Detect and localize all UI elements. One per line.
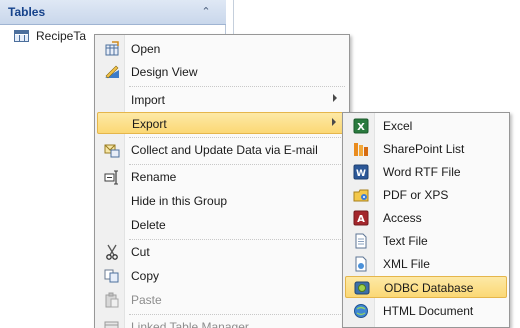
submenu-arrow-icon bbox=[333, 94, 337, 102]
menu-item-delete[interactable]: Delete bbox=[97, 214, 347, 236]
rename-icon bbox=[104, 170, 118, 185]
export-label-pdf-xps: PDF or XPS bbox=[383, 188, 449, 202]
menu-item-paste[interactable]: Paste bbox=[97, 289, 347, 311]
menu-label-open: Open bbox=[131, 42, 161, 56]
word-icon: W bbox=[353, 164, 369, 180]
nav-pane-title: Tables bbox=[8, 5, 46, 19]
menu-separator bbox=[129, 314, 345, 315]
menu-item-export[interactable]: Export bbox=[97, 112, 347, 134]
xml-file-icon bbox=[355, 256, 367, 272]
open-table-icon bbox=[105, 41, 119, 56]
nav-pane-header[interactable]: Tables ⌃ bbox=[0, 0, 226, 25]
collect-data-icon bbox=[104, 144, 120, 158]
svg-text:X: X bbox=[357, 122, 365, 133]
menu-separator bbox=[129, 164, 345, 165]
menu-separator bbox=[129, 86, 345, 87]
export-label-xml-file: XML File bbox=[383, 257, 430, 271]
menu-label-copy: Copy bbox=[131, 269, 160, 283]
context-menu: Open Design View Import Export Collect a… bbox=[94, 34, 350, 328]
export-label-html-document: HTML Document bbox=[383, 304, 474, 318]
export-label-excel: Excel bbox=[383, 119, 413, 133]
copy-icon bbox=[104, 269, 119, 283]
menu-item-collect-data[interactable]: Collect and Update Data via E-mail bbox=[97, 139, 347, 161]
svg-text:A: A bbox=[357, 214, 365, 225]
menu-item-linked-table-manager[interactable]: Linked Table Manager bbox=[97, 316, 347, 328]
collapse-chevron-icon[interactable]: ⌃ bbox=[197, 4, 215, 20]
html-document-icon bbox=[354, 304, 368, 318]
menu-label-design-view: Design View bbox=[131, 65, 198, 79]
export-label-text-file: Text File bbox=[383, 234, 428, 248]
menu-separator bbox=[129, 137, 345, 138]
export-item-pdf-xps[interactable]: PDF or XPS bbox=[345, 184, 507, 206]
menu-label-hide-in-group: Hide in this Group bbox=[131, 194, 228, 208]
menu-item-open[interactable]: Open bbox=[97, 38, 347, 60]
text-file-icon bbox=[355, 233, 367, 249]
menu-label-linked-table-manager: Linked Table Manager bbox=[131, 320, 249, 328]
export-item-access[interactable]: A Access bbox=[345, 207, 507, 229]
export-submenu: X Excel SharePoint List W Word RTF File … bbox=[342, 112, 510, 328]
export-item-xml-file[interactable]: XML File bbox=[345, 253, 507, 275]
submenu-arrow-icon bbox=[332, 118, 336, 126]
menu-item-cut[interactable]: Cut bbox=[97, 241, 347, 263]
export-item-sharepoint[interactable]: SharePoint List bbox=[345, 138, 507, 160]
excel-icon: X bbox=[353, 118, 369, 134]
menu-item-hide-in-group[interactable]: Hide in this Group bbox=[97, 190, 347, 212]
export-label-odbc-database: ODBC Database bbox=[384, 281, 474, 295]
linked-table-icon bbox=[104, 321, 119, 328]
export-item-excel[interactable]: X Excel bbox=[345, 115, 507, 137]
pdf-xps-icon bbox=[353, 189, 369, 202]
menu-label-delete: Delete bbox=[131, 218, 166, 232]
sharepoint-icon bbox=[354, 143, 368, 156]
export-item-text-file[interactable]: Text File bbox=[345, 230, 507, 252]
menu-label-paste: Paste bbox=[131, 293, 162, 307]
menu-label-cut: Cut bbox=[131, 245, 150, 259]
odbc-database-icon bbox=[354, 281, 370, 295]
menu-label-import: Import bbox=[131, 93, 166, 107]
menu-separator bbox=[129, 239, 345, 240]
menu-label-collect-data: Collect and Update Data via E-mail bbox=[131, 143, 318, 157]
menu-item-copy[interactable]: Copy bbox=[97, 265, 347, 287]
table-icon bbox=[14, 30, 29, 42]
paste-icon bbox=[105, 292, 119, 308]
menu-item-rename[interactable]: Rename bbox=[97, 166, 347, 188]
access-icon: A bbox=[353, 210, 369, 226]
export-label-access: Access bbox=[383, 211, 422, 225]
svg-text:W: W bbox=[356, 169, 366, 179]
menu-item-design-view[interactable]: Design View bbox=[97, 61, 347, 83]
nav-item-label: RecipeTa bbox=[36, 29, 87, 43]
design-view-icon bbox=[105, 65, 119, 79]
scissors-icon bbox=[106, 244, 118, 260]
export-item-word-rtf[interactable]: W Word RTF File bbox=[345, 161, 507, 183]
menu-label-export: Export bbox=[132, 117, 167, 131]
export-item-odbc-database[interactable]: ODBC Database bbox=[345, 276, 507, 298]
menu-item-import[interactable]: Import bbox=[97, 89, 347, 111]
export-item-html-document[interactable]: HTML Document bbox=[345, 300, 507, 322]
export-label-word-rtf: Word RTF File bbox=[383, 165, 461, 179]
export-label-sharepoint: SharePoint List bbox=[383, 142, 465, 156]
menu-label-rename: Rename bbox=[131, 170, 177, 184]
